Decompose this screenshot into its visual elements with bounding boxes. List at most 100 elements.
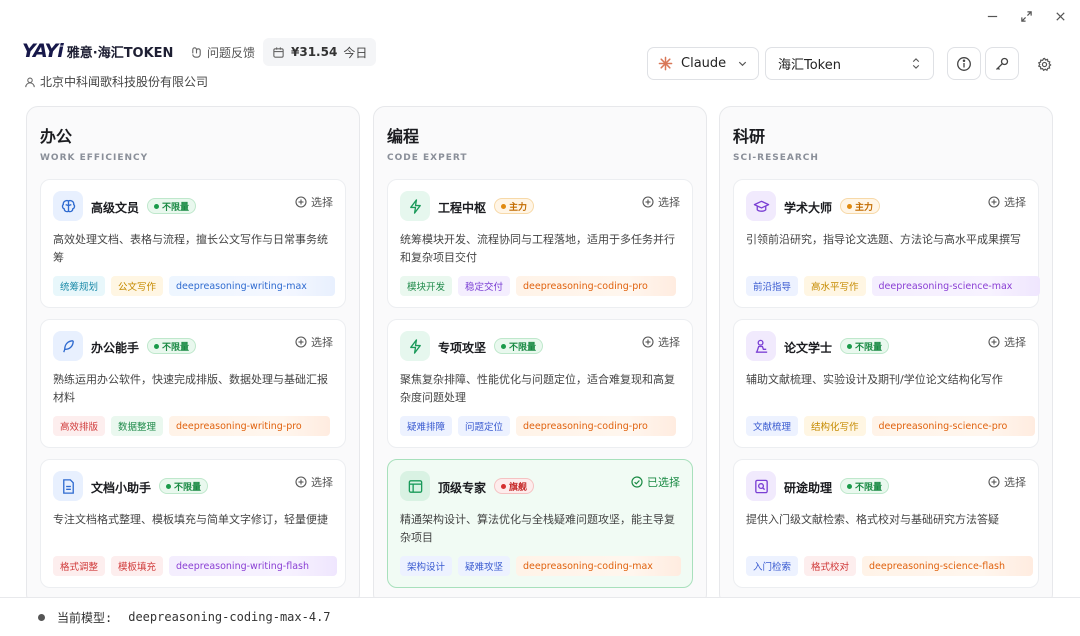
model-family-value: Claude <box>681 56 727 71</box>
check-circle-icon <box>631 476 643 488</box>
agent-card-academic-master[interactable]: 学术大师 主力 选择 引领前沿研究，指导论文选题、方法论与高水平成果撰写 前沿指… <box>733 179 1041 308</box>
maximize-icon[interactable] <box>1016 6 1036 26</box>
settings-button[interactable] <box>1034 54 1054 74</box>
brain-icon <box>53 191 83 221</box>
tag-list: 模块开发 稳定交付 deepreasoning-coding-pro <box>400 276 676 296</box>
column-subtitle: SCI-RESEARCH <box>733 153 819 163</box>
plus-circle-icon <box>988 196 1000 208</box>
card-description: 聚焦复杂排障、性能优化与问题定位，适合难复现和高复杂度问题处理 <box>400 373 675 404</box>
agent-card-top-expert[interactable]: 顶级专家 旗舰 已选择 精通架构设计、算法优化与全栈疑难问题攻坚，能主导复杂项目… <box>387 459 693 588</box>
model-tag: deepreasoning-science-max <box>871 276 1041 296</box>
cost-amount: ¥31.54 <box>291 45 338 59</box>
tag: 稳定交付 <box>458 276 511 296</box>
model-tag: deepreasoning-science-pro <box>871 416 1036 436</box>
card-name: 工程中枢 <box>438 201 487 215</box>
select-button[interactable]: 选择 <box>295 334 333 350</box>
lightning-icon <box>400 331 430 361</box>
select-button[interactable]: 选择 <box>642 194 680 210</box>
card-description: 精通架构设计、算法优化与全栈疑难问题攻坚，能主导复杂项目 <box>400 513 675 544</box>
column-coding: 编程 CODE EXPERT 工程中枢 主力 选择 统筹模块开发、流程协同与工程… <box>373 106 707 606</box>
column-office: 办公 WORK EFFICIENCY 高级文员 不限量 选择 高效处理文档、表格… <box>26 106 360 606</box>
plus-circle-icon <box>295 476 307 488</box>
info-button[interactable] <box>947 47 981 80</box>
brand-name: 雅意·海汇TOKEN <box>66 45 174 61</box>
plus-circle-icon <box>988 336 1000 348</box>
current-model-value: deepreasoning-coding-max-4.7 <box>128 610 331 624</box>
plus-circle-icon <box>642 336 654 348</box>
company-name: 北京中科闻歌科技股份有限公司 <box>40 75 209 89</box>
agent-card-research-assistant[interactable]: 研途助理 不限量 选择 提供入门级文献检索、格式校对与基础研究方法答疑 入门检索… <box>733 459 1039 588</box>
tag: 疑难排障 <box>400 416 453 436</box>
window-controls <box>982 6 1070 26</box>
tag-list: 统筹规划 公文写作 deepreasoning-writing-max <box>53 276 335 296</box>
status-dot <box>38 613 45 621</box>
card-description: 统筹模块开发、流程协同与工程落地，适用于多任务并行和复杂项目交付 <box>400 233 675 264</box>
card-name: 办公能手 <box>91 341 140 355</box>
select-button[interactable]: 选择 <box>642 334 680 350</box>
tag: 数据整理 <box>111 416 164 436</box>
selected-indicator[interactable]: 已选择 <box>631 474 680 490</box>
select-button[interactable]: 选择 <box>988 334 1026 350</box>
tag: 架构设计 <box>400 556 453 576</box>
card-name: 研途助理 <box>784 481 833 495</box>
minimize-icon[interactable] <box>982 6 1002 26</box>
tag: 公文写作 <box>111 276 164 296</box>
model-tag: deepreasoning-coding-max <box>516 556 681 576</box>
tag: 高水平写作 <box>804 276 866 296</box>
company-info: 北京中科闻歌科技股份有限公司 <box>24 73 208 90</box>
feedback-label: 问题反馈 <box>207 46 256 60</box>
info-icon <box>957 56 971 71</box>
select-button[interactable]: 选择 <box>988 474 1026 490</box>
tag: 格式调整 <box>53 556 106 576</box>
agent-card-senior-clerk[interactable]: 高级文员 不限量 选择 高效处理文档、表格与流程，擅长公文写作与日常事务统筹 统… <box>40 179 346 308</box>
agent-card-engineering-hub[interactable]: 工程中枢 主力 选择 统筹模块开发、流程协同与工程落地，适用于多任务并行和复杂项… <box>387 179 693 308</box>
plus-circle-icon <box>295 336 307 348</box>
quota-badge: 不限量 <box>147 198 197 214</box>
agent-card-special-tackle[interactable]: 专项攻坚 不限量 选择 聚焦复杂排障、性能优化与问题定位，适合难复现和高复杂度问… <box>387 319 693 448</box>
model-tag: deepreasoning-writing-flash <box>169 556 337 576</box>
current-model-label: 当前模型: <box>57 610 113 625</box>
plus-circle-icon <box>988 476 1000 488</box>
close-icon[interactable] <box>1050 6 1070 26</box>
quota-badge: 不限量 <box>840 338 890 354</box>
tag-list: 文献梳理 结构化写作 deepreasoning-science-pro <box>746 416 1036 436</box>
tag: 格式校对 <box>804 556 857 576</box>
yayi-logo: YAYi <box>22 40 64 62</box>
quota-badge: 不限量 <box>494 338 544 354</box>
search-document-icon <box>746 471 776 501</box>
card-name: 专项攻坚 <box>438 341 487 355</box>
select-button[interactable]: 选择 <box>295 194 333 210</box>
quota-badge: 不限量 <box>840 478 890 494</box>
card-description: 高效处理文档、表格与流程，擅长公文写作与日常事务统筹 <box>53 233 328 264</box>
feedback-button[interactable]: 问题反馈 <box>190 44 255 61</box>
provider-select[interactable]: 海汇Token <box>765 47 934 80</box>
key-icon <box>996 57 1009 70</box>
tag: 结构化写作 <box>804 416 866 436</box>
brand: YAYi 雅意·海汇TOKEN <box>22 40 173 62</box>
agent-card-doc-assistant[interactable]: 文档小助手 不限量 选择 专注文档格式整理、模板填充与简单文字修订，轻量便捷 格… <box>40 459 346 588</box>
tag: 入门检索 <box>746 556 799 576</box>
plus-circle-icon <box>295 196 307 208</box>
browser-window-icon <box>400 471 430 501</box>
plus-circle-icon <box>642 196 654 208</box>
card-description: 提供入门级文献检索、格式校对与基础研究方法答疑 <box>746 513 999 526</box>
card-name: 论文学士 <box>784 341 833 355</box>
claude-icon <box>658 56 673 71</box>
model-family-select[interactable]: Claude <box>647 47 759 80</box>
tier-badge: 旗舰 <box>494 478 535 494</box>
agent-card-office-expert[interactable]: 办公能手 不限量 选择 熟练运用办公软件，快速完成排版、数据处理与基础汇报材料 … <box>40 319 346 448</box>
feather-icon <box>53 331 83 361</box>
card-name: 顶级专家 <box>438 481 487 495</box>
quota-badge: 不限量 <box>159 478 209 494</box>
agent-card-thesis-scholar[interactable]: 论文学士 不限量 选择 辅助文献梳理、实验设计及期刊/学位论文结构化写作 文献梳… <box>733 319 1039 448</box>
tag: 前沿指导 <box>746 276 799 296</box>
quota-badge: 不限量 <box>147 338 197 354</box>
api-key-button[interactable] <box>985 47 1019 80</box>
gear-icon <box>1037 57 1052 71</box>
graduation-cap-icon <box>746 191 776 221</box>
tag-list: 入门检索 格式校对 deepreasoning-science-flash <box>746 556 1033 576</box>
select-button[interactable]: 选择 <box>295 474 333 490</box>
select-button[interactable]: 选择 <box>988 194 1026 210</box>
card-name: 高级文员 <box>91 201 140 215</box>
person-study-icon <box>746 331 776 361</box>
